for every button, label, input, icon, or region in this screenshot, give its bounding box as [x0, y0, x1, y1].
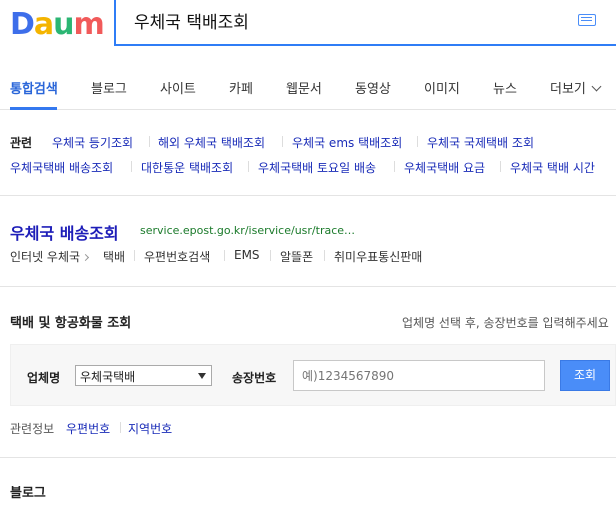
related-link[interactable]: 해외 우체국 택배조회 [158, 134, 265, 151]
search-tabs: 통합검색 블로그 사이트 카페 웹문서 동영상 이미지 뉴스 더보기 [0, 64, 616, 110]
parcel-tracking-hint: 업체명 선택 후, 송장번호를 입력해주세요 [402, 316, 609, 330]
related-link[interactable]: 우체국택배 배송조회 [10, 159, 113, 176]
divider [417, 136, 418, 147]
active-tab-indicator [10, 107, 57, 110]
search-input[interactable] [134, 10, 554, 30]
divider [324, 250, 325, 261]
keyboard-icon[interactable] [578, 14, 596, 26]
result-title[interactable]: 우체국 배송조회 [10, 220, 119, 244]
logo-letter-d: D [10, 7, 35, 42]
divider [131, 161, 132, 172]
logo-letter-a: a [33, 7, 54, 42]
related-link[interactable]: 우체국 ems 택배조회 [292, 134, 402, 151]
divider [394, 161, 395, 172]
divider [248, 161, 249, 172]
tab-blog[interactable]: 블로그 [91, 78, 127, 97]
parcel-tracking-title: 택배 및 항공화물 조회 [10, 316, 132, 331]
sitelink[interactable]: 알뜰폰 [280, 248, 313, 265]
tab-site[interactable]: 사이트 [160, 78, 196, 97]
logo-letter-m: m [73, 7, 105, 42]
related-info-label: 관련정보 [10, 422, 55, 436]
related-link[interactable]: 우체국 등기조회 [52, 134, 133, 151]
sitelink[interactable]: EMS [234, 248, 260, 262]
sitelink[interactable]: 우편번호검색 [144, 248, 210, 265]
related-link[interactable]: 우체국택배 토요일 배송 [258, 159, 376, 176]
tab-all[interactable]: 통합검색 [10, 78, 58, 97]
area-code-link[interactable]: 지역번호 [128, 420, 172, 437]
divider [270, 250, 271, 261]
carrier-select-value: 우체국택배 [80, 370, 136, 384]
divider [500, 161, 501, 172]
sitelink[interactable]: 택배 [103, 248, 125, 265]
blog-section-title: 블로그 [10, 486, 46, 501]
tracking-number-input[interactable] [293, 360, 545, 391]
tab-more[interactable]: 더보기 [550, 78, 602, 97]
sitelink[interactable]: 취미우표통신판매 [334, 248, 422, 265]
tab-web-docs[interactable]: 웹문서 [286, 78, 322, 97]
divider [224, 250, 225, 261]
related-link[interactable]: 우체국 국제택배 조회 [427, 134, 534, 151]
related-searches: 관련 우체국 등기조회 해외 우체국 택배조회 우체국 ems 택배조회 우체국… [0, 128, 616, 196]
carrier-select[interactable]: 우체국택배 [75, 365, 212, 386]
breadcrumb: 인터넷 우체국 [10, 248, 94, 265]
tab-more-label: 더보기 [550, 82, 586, 97]
related-label: 관련 [10, 136, 33, 150]
breadcrumb-home[interactable]: 인터넷 우체국 [10, 250, 80, 264]
related-link[interactable]: 우체국 택배 시간 [510, 159, 595, 176]
divider [282, 136, 283, 147]
related-link[interactable]: 대한통운 택배조회 [141, 159, 233, 176]
tab-images[interactable]: 이미지 [424, 78, 460, 97]
tab-video[interactable]: 동영상 [355, 78, 391, 97]
search-box [114, 0, 616, 46]
section-divider [0, 286, 616, 287]
tab-news[interactable]: 뉴스 [493, 78, 517, 97]
divider [134, 250, 135, 261]
section-divider [0, 457, 616, 458]
daum-logo[interactable]: Daum [10, 6, 105, 42]
related-link[interactable]: 우체국택배 요금 [404, 159, 485, 176]
dropdown-arrow-icon [198, 373, 206, 379]
header: Daum [0, 0, 616, 46]
chevron-down-icon [591, 81, 602, 92]
divider [149, 136, 150, 147]
carrier-label: 업체명 [27, 371, 61, 385]
tracking-number-label: 송장번호 [232, 371, 277, 385]
divider [120, 422, 121, 433]
track-submit-button[interactable]: 조회 [560, 360, 610, 391]
result-url[interactable]: service.epost.go.kr/iservice/usr/trace… [140, 224, 355, 237]
tab-cafe[interactable]: 카페 [229, 78, 253, 97]
logo-letter-u: u [53, 7, 74, 42]
parcel-tracking-form: 업체명 우체국택배 송장번호 조회 [10, 344, 616, 406]
postal-code-link[interactable]: 우편번호 [66, 420, 110, 437]
chevron-right-icon [82, 253, 90, 262]
